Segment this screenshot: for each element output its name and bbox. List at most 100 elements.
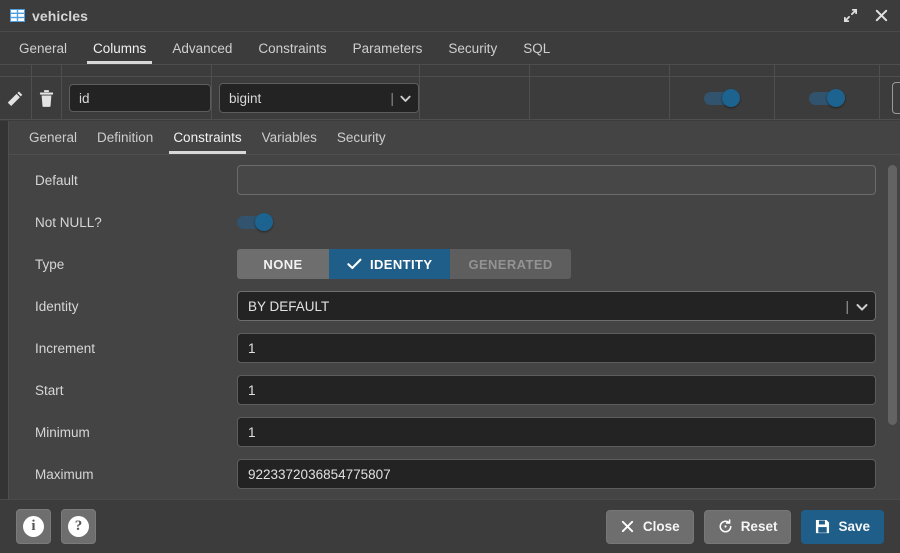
tab-general[interactable]: General: [6, 32, 80, 64]
tab-constraints[interactable]: Constraints: [245, 32, 339, 64]
left-rail: [0, 121, 8, 499]
columns-grid-header: [0, 65, 900, 77]
row-type-cell: bigint |: [212, 77, 420, 119]
vertical-scrollbar[interactable]: [888, 159, 897, 495]
column-datatype-value: bigint: [229, 90, 262, 106]
label-minimum: Minimum: [35, 424, 90, 440]
tab-parameters[interactable]: Parameters: [340, 32, 436, 64]
table-properties-dialog: vehicles General Columns Advanced Constr…: [0, 0, 900, 553]
close-icon[interactable]: [873, 7, 890, 24]
check-icon: [347, 258, 362, 270]
field-row-default: Default: [9, 159, 900, 201]
expand-icon[interactable]: [842, 7, 859, 24]
row-cell-blank-2: [530, 77, 670, 119]
columns-grid: id bigint |: [0, 65, 900, 121]
save-button[interactable]: Save: [801, 509, 884, 544]
row-toggle-1[interactable]: [704, 89, 740, 107]
grid-head-c1: [420, 65, 530, 76]
grid-head-c2: [530, 65, 670, 76]
control-default: [237, 165, 876, 195]
row-cell-toggle-1: [670, 77, 775, 119]
row-delete-cell: [32, 77, 62, 119]
minimum-input[interactable]: 1: [237, 417, 876, 447]
trash-icon[interactable]: [39, 89, 54, 107]
row-cell-last: [880, 77, 900, 119]
type-button-group: NONE IDENTITY GENERATED: [237, 249, 571, 279]
label-default: Default: [35, 172, 78, 188]
title-bar: vehicles: [0, 0, 900, 32]
window-title: vehicles: [32, 7, 89, 24]
row-cell-blank-1: [420, 77, 530, 119]
row-cell-toggle-2: [775, 77, 880, 119]
maximum-input[interactable]: 9223372036854775807: [237, 459, 876, 489]
table-icon: [10, 9, 25, 22]
identity-select[interactable]: BY DEFAULT |: [237, 291, 876, 321]
inner-tab-constraints[interactable]: Constraints: [163, 121, 251, 154]
field-row-minimum: Minimum 1: [9, 411, 900, 453]
grid-head-edit: [0, 65, 32, 76]
footer-left-buttons: i ?: [16, 509, 96, 544]
row-edit-cell: [0, 77, 32, 119]
increment-input[interactable]: 1: [237, 333, 876, 363]
pencil-icon[interactable]: [7, 90, 24, 107]
type-option-identity[interactable]: IDENTITY: [329, 249, 451, 279]
dialog-footer: i ? Close Reset Save: [0, 499, 900, 553]
tab-advanced[interactable]: Advanced: [159, 32, 245, 64]
close-button[interactable]: Close: [605, 509, 694, 544]
field-row-start: Start 1: [9, 369, 900, 411]
control-type: NONE IDENTITY GENERATED: [237, 249, 876, 279]
field-row-identity: Identity BY DEFAULT |: [9, 285, 900, 327]
start-input[interactable]: 1: [237, 375, 876, 405]
info-button[interactable]: i: [16, 509, 51, 544]
reset-button[interactable]: Reset: [703, 509, 792, 544]
column-detail-panel: General Definition Constraints Variables…: [8, 121, 900, 499]
select-separator: |: [845, 298, 849, 314]
tab-sql[interactable]: SQL: [510, 32, 563, 64]
type-option-none[interactable]: NONE: [237, 249, 329, 279]
grid-head-type: [212, 65, 420, 76]
type-option-identity-label: IDENTITY: [370, 256, 433, 272]
label-maximum: Maximum: [35, 466, 94, 482]
tab-security[interactable]: Security: [435, 32, 510, 64]
label-identity: Identity: [35, 298, 79, 314]
help-button[interactable]: ?: [61, 509, 96, 544]
control-maximum: 9223372036854775807: [237, 459, 876, 489]
control-identity: BY DEFAULT |: [237, 291, 876, 321]
not-null-toggle[interactable]: [237, 213, 273, 231]
constraints-form: Default Not NULL? Type NONE IDENTITY GEN…: [9, 155, 900, 499]
default-input[interactable]: [237, 165, 876, 195]
title-bar-left: vehicles: [10, 8, 88, 24]
label-start: Start: [35, 382, 64, 398]
toggle-knob: [255, 213, 273, 231]
label-increment: Increment: [35, 340, 96, 356]
inner-tab-definition[interactable]: Definition: [87, 121, 163, 154]
toggle-knob: [827, 89, 845, 107]
inner-tab-general[interactable]: General: [19, 121, 87, 154]
reset-icon: [718, 519, 733, 534]
field-row-type: Type NONE IDENTITY GENERATED: [9, 243, 900, 285]
row-toggle-2[interactable]: [809, 89, 845, 107]
chevron-down-icon: [399, 92, 412, 105]
footer-right-buttons: Close Reset Save: [605, 509, 884, 544]
save-button-label: Save: [838, 519, 870, 534]
label-type: Type: [35, 256, 65, 272]
column-datatype-select[interactable]: bigint |: [219, 83, 419, 113]
inner-tab-bar: General Definition Constraints Variables…: [9, 121, 900, 155]
inner-tab-security[interactable]: Security: [327, 121, 396, 154]
row-last-input[interactable]: [892, 82, 900, 114]
close-icon: [620, 519, 635, 534]
info-icon: i: [23, 516, 44, 537]
detail-panel-wrap: General Definition Constraints Variables…: [0, 121, 900, 499]
tab-columns[interactable]: Columns: [80, 32, 159, 64]
identity-value: BY DEFAULT: [248, 298, 330, 314]
title-bar-controls: [842, 7, 890, 24]
control-increment: 1: [237, 333, 876, 363]
grid-head-name: [62, 65, 212, 76]
table-row[interactable]: id bigint |: [0, 77, 900, 120]
column-name-input[interactable]: id: [69, 84, 211, 112]
label-not-null: Not NULL?: [35, 214, 102, 230]
scrollbar-thumb[interactable]: [888, 165, 897, 425]
grid-head-c3: [670, 65, 775, 76]
inner-tab-variables[interactable]: Variables: [252, 121, 327, 154]
outer-tab-bar: General Columns Advanced Constraints Par…: [0, 32, 900, 65]
